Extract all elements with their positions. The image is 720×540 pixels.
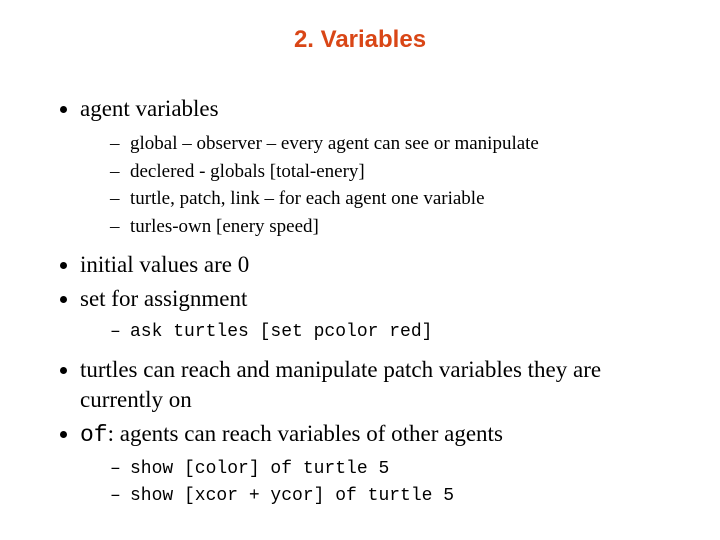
sub-list: global – observer – every agent can see … (80, 132, 670, 240)
bullet-text: turtles can reach and manipulate patch v… (80, 357, 601, 412)
bullet-text: agent variables (80, 96, 219, 121)
sub-item: turtle, patch, link – for each agent one… (110, 187, 670, 212)
bullet-initial-values: initial values are 0 (80, 250, 670, 280)
code-item: ask turtles [set pcolor red] (110, 321, 670, 344)
slide-title: 2. Variables (50, 26, 670, 54)
sub-item: turles-own [enery speed] (110, 215, 670, 240)
sub-list-code: ask turtles [set pcolor red] (80, 321, 670, 344)
code-item: show [xcor + ycor] of turtle 5 (110, 485, 670, 508)
bullet-text: : agents can reach variables of other ag… (108, 421, 503, 446)
bullet-agent-variables: agent variables global – observer – ever… (80, 94, 670, 240)
code-item: show [color] of turtle 5 (110, 458, 670, 481)
bullet-set-assignment: set for assignment ask turtles [set pcol… (80, 284, 670, 345)
sub-list-code: show [color] of turtle 5 show [xcor + yc… (80, 458, 670, 508)
bullet-of-agents: of: agents can reach variables of other … (80, 419, 670, 509)
bullet-text: set for assignment (80, 286, 247, 311)
bullet-text: initial values are 0 (80, 252, 249, 277)
bullet-turtles-patch: turtles can reach and manipulate patch v… (80, 355, 670, 415)
code-keyword: of (80, 422, 108, 448)
slide: 2. Variables agent variables global – ob… (0, 0, 720, 540)
sub-item: declered - globals [total-enery] (110, 160, 670, 185)
bullet-list: agent variables global – observer – ever… (50, 94, 670, 508)
sub-item: global – observer – every agent can see … (110, 132, 670, 157)
